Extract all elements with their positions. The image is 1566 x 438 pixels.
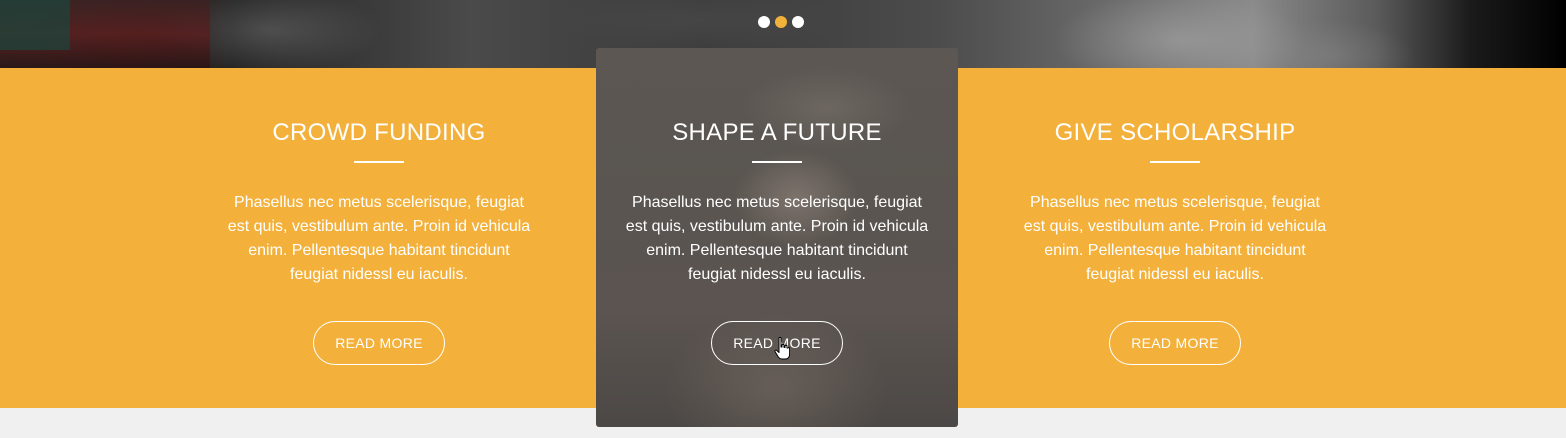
slider-dot-2[interactable] [775, 16, 787, 28]
slider-pagination [758, 16, 804, 28]
read-more-button[interactable]: READ MORE [1109, 321, 1241, 365]
card-title: SHAPE A FUTURE [672, 119, 882, 146]
title-divider [752, 161, 802, 163]
hero-image-detail [0, 0, 70, 50]
feature-card-shape-a-future: SHAPE A FUTURE Phasellus nec metus scele… [596, 48, 958, 427]
card-title: CROWD FUNDING [272, 119, 486, 146]
card-title: GIVE SCHOLARSHIP [1054, 119, 1296, 146]
title-divider [354, 161, 404, 163]
title-divider [1150, 161, 1200, 163]
read-more-button[interactable]: READ MORE [711, 321, 843, 365]
card-description: Phasellus nec metus scelerisque, feugiat… [625, 194, 929, 283]
slider-dot-1[interactable] [758, 16, 770, 28]
feature-card-crowd-funding: CROWD FUNDING Phasellus nec metus sceler… [198, 68, 560, 408]
feature-card-give-scholarship: GIVE SCHOLARSHIP Phasellus nec metus sce… [994, 68, 1356, 408]
card-description: Phasellus nec metus scelerisque, feugiat… [1023, 194, 1327, 283]
card-description: Phasellus nec metus scelerisque, feugiat… [227, 194, 531, 283]
read-more-button[interactable]: READ MORE [313, 321, 445, 365]
slider-dot-3[interactable] [792, 16, 804, 28]
